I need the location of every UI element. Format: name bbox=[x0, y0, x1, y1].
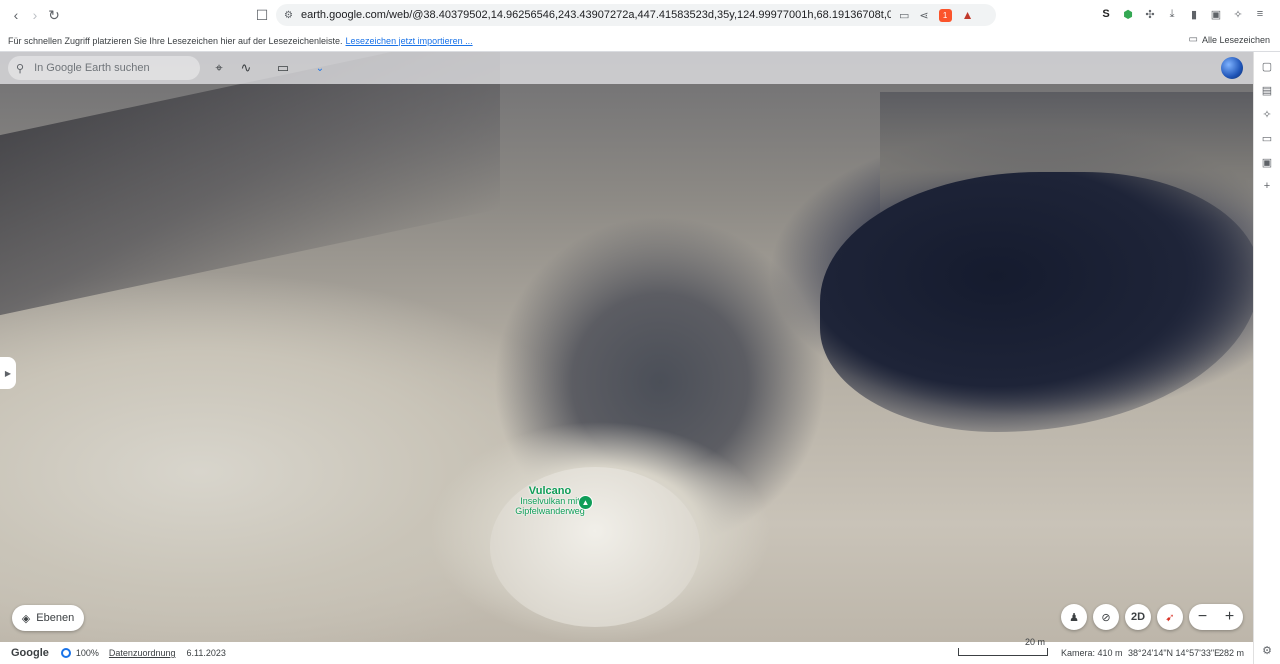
search-placeholder: In Google Earth suchen bbox=[34, 62, 150, 74]
folder-icon: ▭ bbox=[1188, 34, 1198, 45]
playlist-icon[interactable]: ▭ bbox=[1259, 130, 1275, 146]
reading-list-icon[interactable]: ▤ bbox=[1259, 82, 1275, 98]
zoom-control: − + bbox=[1189, 604, 1243, 630]
progress-ring-icon bbox=[60, 648, 71, 658]
scale-label: 20 m bbox=[1024, 637, 1045, 647]
all-bookmarks-label: Alle Lesezeichen bbox=[1201, 34, 1270, 45]
all-bookmarks-button[interactable]: ▭ Alle Lesezeichen bbox=[1189, 34, 1271, 45]
mode-2d-button[interactable]: 2D bbox=[1125, 604, 1151, 630]
earth-toolbar: ⚲ In Google Earth suchen ⌖ ∿ ▭ ⌄ bbox=[0, 52, 1253, 84]
layers-icon: ◈ bbox=[21, 612, 31, 625]
import-bookmarks-link[interactable]: Lesezeichen jetzt importieren ... bbox=[346, 36, 473, 46]
globe-icon[interactable] bbox=[1221, 57, 1243, 79]
poi-title: Vulcano bbox=[528, 485, 572, 497]
rewards-icon[interactable]: ▲ bbox=[962, 8, 974, 22]
forward-icon[interactable]: › bbox=[25, 5, 45, 25]
reload-icon[interactable]: ↻ bbox=[44, 5, 64, 25]
ruler-icon[interactable]: ▭ bbox=[273, 58, 293, 78]
install-icon[interactable]: ▭ bbox=[899, 9, 909, 22]
wallet-icon[interactable]: ▣ bbox=[1208, 6, 1224, 22]
browser-sidebar: ▢ ▤ ✧ ▭ ▣ + ⚙ bbox=[1253, 52, 1280, 664]
sidebar-icon[interactable]: ▮ bbox=[1186, 6, 1202, 22]
expand-panel-button[interactable]: ▶ bbox=[0, 357, 16, 389]
bookmarks-sidebar-icon[interactable]: ▣ bbox=[1259, 154, 1275, 170]
shield-badge: 1 bbox=[942, 10, 948, 20]
mode-2d-label: 2D bbox=[1130, 611, 1146, 623]
zoom-in-button[interactable]: + bbox=[1225, 608, 1234, 626]
back-icon[interactable]: ‹ bbox=[6, 5, 26, 25]
shield-extension-icon[interactable]: ⬢ bbox=[1120, 6, 1136, 22]
chevron-down-icon[interactable]: ⌄ bbox=[310, 58, 330, 78]
attribution-link[interactable]: Datenzuordnung bbox=[109, 648, 176, 658]
s-extension-icon[interactable]: S bbox=[1098, 6, 1114, 22]
elevation: 282 m bbox=[1219, 648, 1245, 658]
search-input[interactable]: ⚲ In Google Earth suchen bbox=[8, 56, 200, 80]
url-text: earth.google.com/web/@38.40379502,14.962… bbox=[300, 9, 891, 21]
earth-viewport[interactable]: ⚲ In Google Earth suchen ⌖ ∿ ▭ ⌄ ▶ Vulca… bbox=[0, 52, 1253, 642]
crater-shadow bbox=[820, 172, 1253, 432]
layers-label: Ebenen bbox=[36, 612, 75, 624]
camera-altitude: Kamera: 410 m bbox=[1061, 648, 1123, 658]
puzzle-icon[interactable]: ✣ bbox=[1142, 6, 1158, 22]
zoom-out-button[interactable]: − bbox=[1198, 608, 1207, 626]
progress-value: 100% bbox=[75, 648, 99, 658]
layers-button[interactable]: ◈ Ebenen bbox=[12, 605, 84, 631]
add-icon[interactable]: + bbox=[1259, 178, 1275, 194]
imagery-date: 6.11.2023 bbox=[186, 648, 226, 658]
earth-status-bar: Google 100% Datenzuordnung 6.11.2023 20 … bbox=[0, 637, 1253, 664]
terrain-ridge-left bbox=[0, 52, 500, 316]
site-info-icon[interactable]: ⚙ bbox=[284, 10, 293, 21]
share-icon[interactable]: ⋖ bbox=[919, 9, 928, 22]
wallet-sidebar-icon[interactable]: ▢ bbox=[1259, 58, 1275, 74]
mountain-pin-icon[interactable]: ▲ bbox=[578, 495, 593, 510]
google-logo: Google bbox=[11, 647, 49, 659]
menu-icon[interactable]: ≡ bbox=[1252, 6, 1268, 22]
coordinates: 38°24'14"N 14°57'33"E bbox=[1128, 648, 1221, 658]
bookmarks-hint: Für schnellen Zugriff platzieren Sie Ihr… bbox=[8, 35, 343, 46]
brave-shield-icon[interactable]: 1 bbox=[938, 8, 952, 22]
tilt-icon[interactable]: ⊘ bbox=[1093, 604, 1119, 630]
leo-icon[interactable]: ✧ bbox=[1230, 6, 1246, 22]
settings-gear-icon[interactable]: ⚙ bbox=[1259, 642, 1275, 658]
placemark-icon[interactable]: ⌖ bbox=[209, 58, 229, 78]
search-icon: ⚲ bbox=[16, 62, 25, 75]
browser-toolbar: ‹ › ↻ ☐ ⚙ earth.google.com/web/@38.40379… bbox=[0, 0, 1280, 30]
pegman-icon[interactable]: ♟ bbox=[1061, 604, 1087, 630]
scale-bar: 20 m bbox=[958, 637, 1048, 656]
ai-chat-icon[interactable]: ✧ bbox=[1259, 106, 1275, 122]
download-icon[interactable]: ⤓ bbox=[1164, 6, 1180, 22]
path-icon[interactable]: ∿ bbox=[236, 58, 256, 78]
bookmarks-bar: Für schnellen Zugriff platzieren Sie Ihr… bbox=[0, 30, 1280, 52]
chevron-right-icon: ▶ bbox=[4, 368, 12, 378]
bookmark-icon[interactable]: ☐ bbox=[252, 5, 272, 25]
compass-icon[interactable]: ➹ bbox=[1157, 604, 1183, 630]
address-bar[interactable]: ⚙ earth.google.com/web/@38.40379502,14.9… bbox=[276, 4, 996, 26]
extension-icons: S ⬢ ✣ ⤓ ▮ ▣ ✧ ≡ bbox=[1098, 6, 1268, 22]
